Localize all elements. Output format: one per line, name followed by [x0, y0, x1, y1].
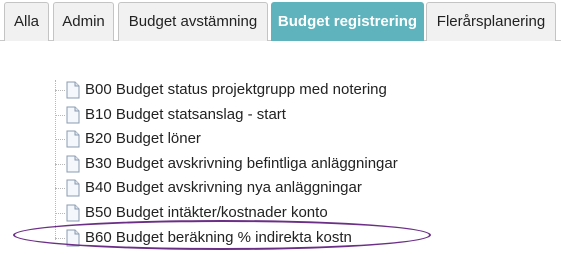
- tree-item-label[interactable]: B30 Budget avskrivning befintliga anlägg…: [85, 154, 398, 174]
- document-icon: [66, 130, 80, 148]
- tree-item-label[interactable]: B00 Budget status projektgrupp med noter…: [85, 80, 387, 100]
- tree-item-label[interactable]: B50 Budget intäkter/kostnader konto: [85, 203, 328, 223]
- tree-branch: [55, 238, 65, 239]
- document-icon: [66, 229, 80, 247]
- document-icon: [66, 204, 80, 222]
- document-icon: [66, 81, 80, 99]
- tree-item-label[interactable]: B60 Budget beräkning % indirekta kostn: [85, 228, 352, 248]
- tree-item-b00[interactable]: B00 Budget status projektgrupp med noter…: [55, 79, 475, 101]
- tree-branch: [55, 164, 65, 165]
- tree-branch: [55, 139, 65, 140]
- tree-item-label[interactable]: B40 Budget avskrivning nya anläggningar: [85, 178, 362, 198]
- tree-item-label[interactable]: B20 Budget löner: [85, 129, 201, 149]
- tree-item-b10[interactable]: B10 Budget statsanslag - start: [55, 104, 475, 126]
- tree-item-b50[interactable]: B50 Budget intäkter/kostnader konto: [55, 202, 475, 224]
- tree-item-b30[interactable]: B30 Budget avskrivning befintliga anlägg…: [55, 153, 475, 175]
- document-icon: [66, 179, 80, 197]
- tree-branch: [55, 188, 65, 189]
- document-icon: [66, 155, 80, 173]
- tree-item-b20[interactable]: B20 Budget löner: [55, 128, 475, 150]
- tree-branch: [55, 213, 65, 214]
- report-tree: B00 Budget status projektgrupp med noter…: [0, 0, 561, 254]
- tree-item-b60[interactable]: B60 Budget beräkning % indirekta kostn: [55, 227, 475, 249]
- tree-item-label[interactable]: B10 Budget statsanslag - start: [85, 105, 286, 125]
- tree-item-b40[interactable]: B40 Budget avskrivning nya anläggningar: [55, 177, 475, 199]
- document-icon: [66, 106, 80, 124]
- tree-branch: [55, 115, 65, 116]
- tree-branch: [55, 90, 65, 91]
